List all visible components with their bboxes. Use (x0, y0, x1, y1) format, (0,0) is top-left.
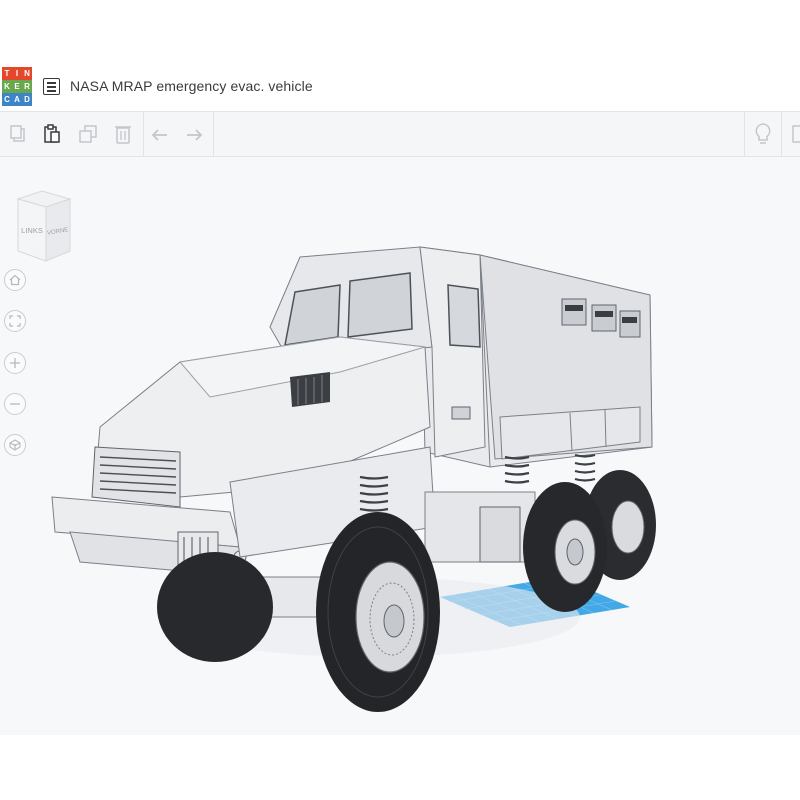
note-icon[interactable] (786, 120, 800, 148)
design-menu-icon[interactable] (43, 78, 60, 95)
logo-letter: T (2, 67, 12, 80)
wheel-front-left (157, 552, 273, 662)
logo-letter: C (2, 93, 12, 106)
logo-letter: A (12, 93, 22, 106)
perspective-icon[interactable] (4, 434, 26, 456)
wheel-front-right (316, 512, 440, 712)
toolbar (0, 112, 800, 157)
tinkercad-editor: T I N K E R C A D NASA MRAP emergency ev… (0, 63, 800, 735)
paste-icon[interactable] (38, 120, 66, 148)
undo-icon[interactable] (146, 120, 174, 148)
zoom-out-icon[interactable] (4, 393, 26, 415)
logo-letter: I (12, 67, 22, 80)
mrap-vehicle-model[interactable] (40, 197, 680, 727)
tinkercad-logo[interactable]: T I N K E R C A D (2, 67, 32, 107)
wheel-middle-right (523, 482, 607, 612)
logo-letter: D (22, 93, 32, 106)
zoom-in-icon[interactable] (4, 352, 26, 374)
lightbulb-icon[interactable] (749, 120, 777, 148)
delete-icon[interactable] (109, 120, 137, 148)
logo-letter: E (12, 80, 22, 93)
copy-icon[interactable] (4, 120, 32, 148)
duplicate-icon[interactable] (74, 120, 102, 148)
redo-icon[interactable] (180, 120, 208, 148)
project-title[interactable]: NASA MRAP emergency evac. vehicle (70, 78, 313, 94)
logo-letter: N (22, 67, 32, 80)
fit-view-icon[interactable] (4, 310, 26, 332)
logo-letter: R (22, 80, 32, 93)
logo-letter: K (2, 80, 12, 93)
3d-workplane-viewport[interactable]: LINKS VORNE (0, 157, 800, 735)
title-bar: T I N K E R C A D NASA MRAP emergency ev… (0, 63, 800, 112)
home-view-icon[interactable] (4, 269, 26, 291)
